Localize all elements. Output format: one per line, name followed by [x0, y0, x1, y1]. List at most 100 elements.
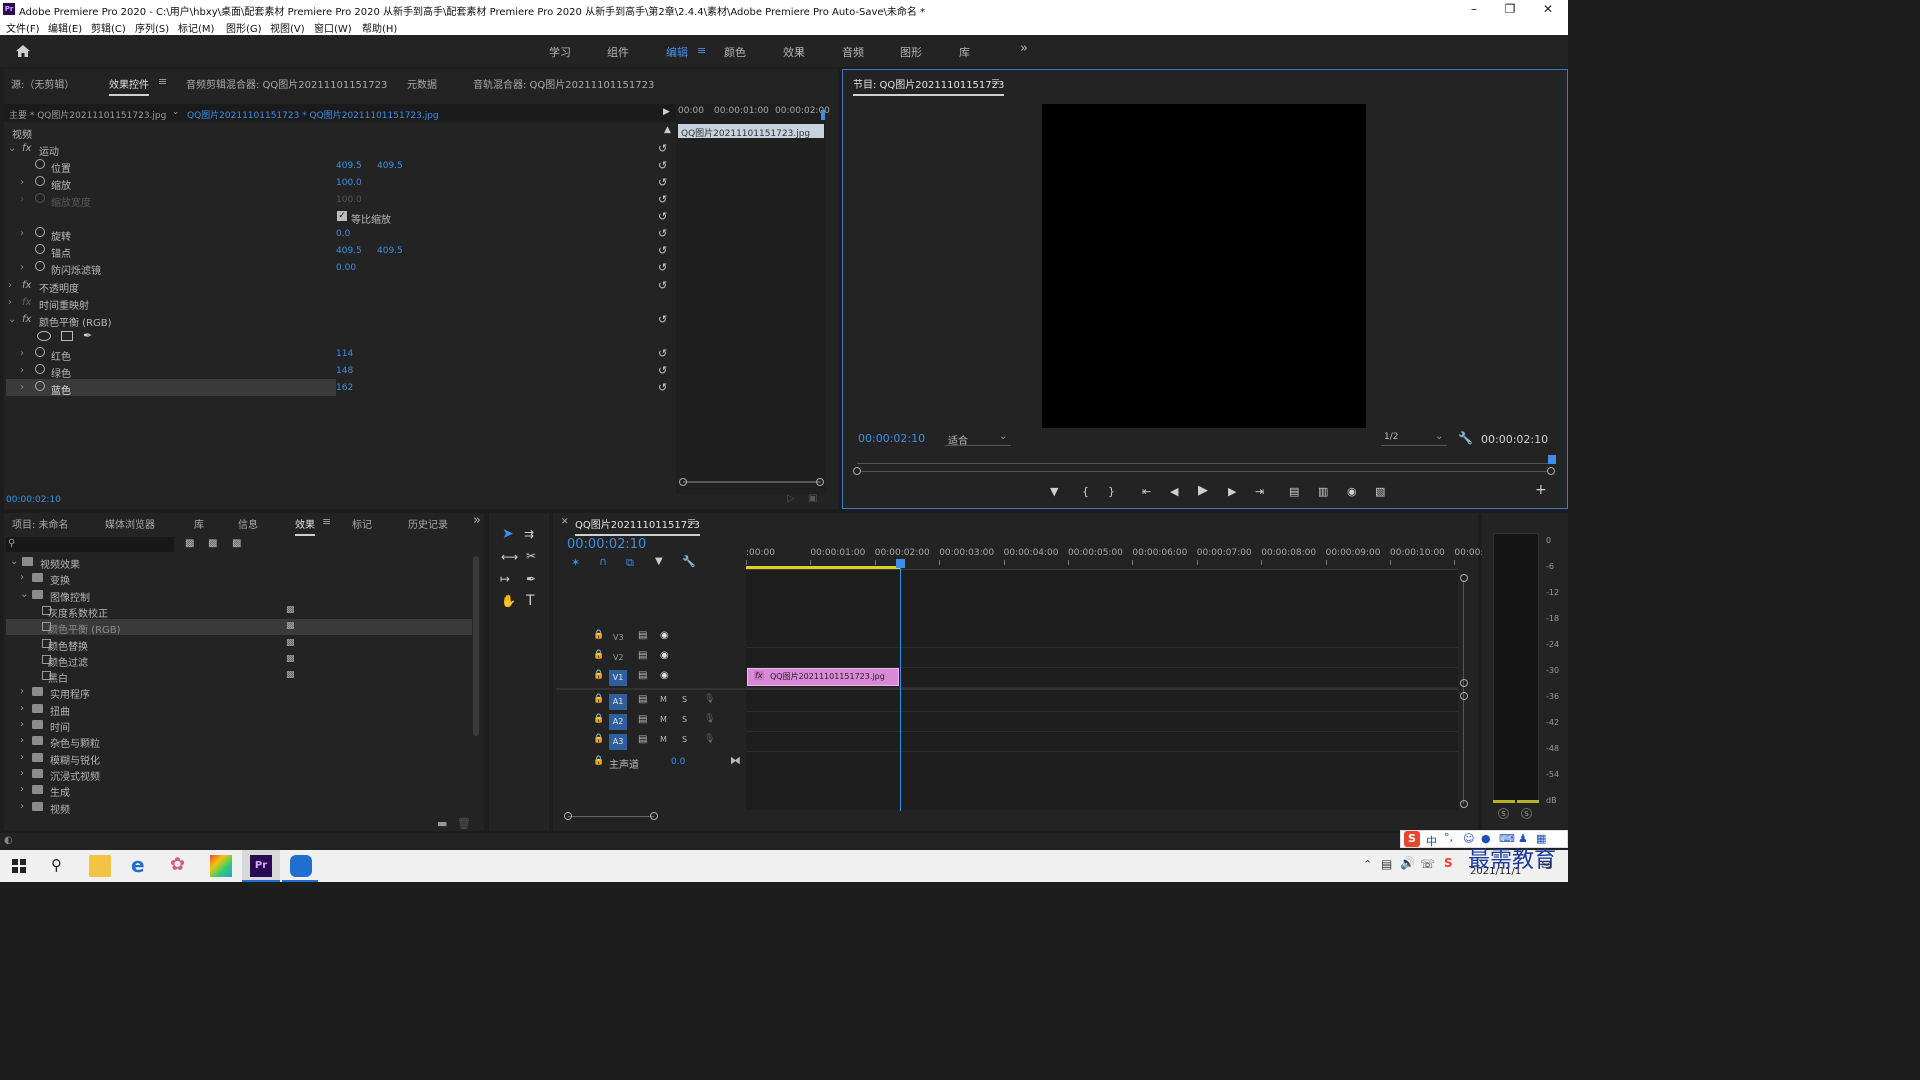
blue-row[interactable]: › 蓝色 162 ↺	[6, 379, 676, 397]
green-row[interactable]: › 绿色 148 ↺	[6, 362, 676, 380]
microphone-icon[interactable]: 🎙	[704, 714, 715, 724]
stopwatch-icon[interactable]	[35, 159, 45, 169]
lock-icon[interactable]: 🔒	[593, 734, 604, 744]
sogou-tray-icon[interactable]: S	[1444, 856, 1453, 870]
tab-libraries[interactable]: 库	[194, 516, 204, 531]
mini-playhead[interactable]	[821, 110, 825, 120]
effect-folder[interactable]: › 时间	[6, 717, 472, 734]
mini-scrollbar[interactable]	[683, 481, 821, 483]
reset-icon[interactable]: ↺	[658, 142, 667, 155]
timeline-clip[interactable]: fx QQ图片20211101151723.jpg	[747, 668, 899, 686]
flicker-row[interactable]: › 防闪烁滤镜 0.00 ↺	[6, 259, 676, 277]
stopwatch-icon[interactable]	[35, 176, 45, 186]
razor-tool-icon[interactable]: ✂	[526, 549, 536, 563]
menu-file[interactable]: 文件(F)	[6, 20, 40, 35]
hand-tool-icon[interactable]: ✋	[501, 594, 516, 608]
go-to-out-icon[interactable]: ⇥	[1255, 485, 1264, 498]
fx-icon[interactable]: fx	[22, 143, 31, 154]
eye-icon[interactable]: ◉	[660, 650, 669, 661]
scale-value[interactable]: 100.0	[336, 178, 362, 188]
program-scrub-bar[interactable]	[857, 463, 1553, 464]
chevron-right-icon[interactable]: ›	[20, 784, 24, 795]
tab-metadata[interactable]: 元数据	[407, 76, 437, 91]
add-marker-icon[interactable]: ▼	[1050, 485, 1058, 498]
reset-icon[interactable]: ↺	[658, 210, 667, 223]
add-marker-icon[interactable]: ▼	[655, 556, 663, 567]
reset-icon[interactable]: ↺	[658, 176, 667, 189]
reset-icon[interactable]: ↺	[658, 193, 667, 206]
reset-icon[interactable]: ↺	[658, 244, 667, 257]
tab-project[interactable]: 项目: 未命名	[12, 516, 69, 531]
chevron-right-icon[interactable]: ›	[20, 228, 24, 239]
chevron-down-icon[interactable]: ⌄	[10, 556, 18, 567]
menu-help[interactable]: 帮助(H)	[362, 20, 397, 35]
chevron-right-icon[interactable]: ›	[20, 801, 24, 812]
resolution-dropdown[interactable]: 1/2 ⌄	[1381, 431, 1447, 446]
maximize-button[interactable]: ❐	[1492, 1, 1528, 17]
mini-clip[interactable]: QQ图片20211101151723.jpg	[678, 124, 824, 138]
chevron-right-icon[interactable]: ›	[20, 686, 24, 697]
volume-icon[interactable]: 🔊	[1400, 856, 1415, 870]
fit-dropdown[interactable]: 适合 ⌄	[945, 431, 1011, 447]
effect-folder[interactable]: ⌄ 图像控制	[6, 587, 472, 604]
ellipse-mask-icon[interactable]	[37, 331, 51, 341]
mute-button[interactable]: M	[660, 735, 667, 744]
green-value[interactable]: 148	[336, 366, 353, 376]
video-audio-separator[interactable]	[556, 688, 1458, 690]
a-zoom-handle[interactable]	[1460, 692, 1468, 700]
lock-icon[interactable]: 🔒	[593, 756, 604, 766]
workspace-color[interactable]: 颜色	[724, 44, 746, 60]
effect-item[interactable]: ▩ 颜色替换	[6, 636, 472, 653]
tab-audio-track-mixer[interactable]: 音轨混合器: QQ图片20211101151723	[473, 76, 654, 91]
effect-folder[interactable]: › 生成	[6, 782, 472, 799]
photo-app-icon[interactable]	[210, 855, 232, 877]
export-frame-icon[interactable]: ◉	[1347, 485, 1357, 498]
tab-effect-controls[interactable]: 效果控件	[109, 76, 149, 96]
solo-button[interactable]: S	[682, 735, 687, 744]
more-panels-icon[interactable]: »	[473, 513, 481, 528]
network-icon[interactable]: ▤	[1381, 857, 1392, 871]
sync-lock-icon[interactable]: ▤	[638, 694, 647, 705]
solo-button[interactable]: S	[682, 715, 687, 724]
home-icon[interactable]	[15, 44, 31, 58]
premiere-taskbar-icon[interactable]: Pr	[250, 855, 272, 877]
32bit-effects-icon[interactable]: ▩	[208, 538, 217, 549]
stopwatch-icon[interactable]	[35, 244, 45, 254]
linked-selection-icon[interactable]: ⧉	[626, 556, 634, 570]
effects-scrollbar[interactable]	[473, 556, 479, 736]
program-zoom-handle-left[interactable]	[853, 467, 861, 475]
effect-folder[interactable]: › 模糊与锐化	[6, 750, 472, 767]
stopwatch-icon[interactable]	[35, 364, 45, 374]
effect-item[interactable]: ▩ 颜色平衡 (RGB)	[6, 619, 472, 636]
scale-row[interactable]: › 缩放 100.0 ↺	[6, 174, 676, 192]
mark-in-icon[interactable]: {	[1082, 485, 1089, 498]
track-target-button[interactable]: V1	[609, 670, 627, 686]
timeline-settings-wrench-icon[interactable]: 🔧	[682, 555, 696, 568]
chevron-right-icon[interactable]: ›	[20, 572, 24, 583]
lock-icon[interactable]: 🔒	[593, 694, 604, 704]
effect-item[interactable]: ▩ 颜色过滤	[6, 652, 472, 669]
mark-out-icon[interactable]: }	[1108, 485, 1115, 498]
time-remap-row[interactable]: › fx 时间重映射	[6, 294, 676, 312]
comparison-view-icon[interactable]: ▧	[1375, 485, 1385, 498]
yuv-effects-icon[interactable]: ▩	[232, 538, 241, 549]
delete-icon[interactable]: 🗑	[457, 817, 471, 830]
step-back-icon[interactable]: ◀	[1170, 485, 1178, 498]
menu-marker[interactable]: 标记(M)	[178, 20, 214, 35]
solo-right-button[interactable]: S	[1521, 808, 1532, 819]
lock-icon[interactable]: 🔒	[593, 714, 604, 724]
v-zoom-handle[interactable]	[1460, 679, 1468, 687]
edge-icon[interactable]: e	[131, 853, 145, 877]
reset-icon[interactable]: ↺	[658, 347, 667, 360]
sogou-ime-icon[interactable]: S	[1404, 831, 1420, 847]
add-button-icon[interactable]: +	[1535, 482, 1547, 498]
sync-lock-icon[interactable]: ▤	[638, 734, 647, 745]
mute-button[interactable]: M	[660, 715, 667, 724]
program-zoom-handle-right[interactable]	[1547, 467, 1555, 475]
stopwatch-icon[interactable]	[35, 347, 45, 357]
lock-icon[interactable]: 🔒	[593, 650, 604, 660]
file-explorer-icon[interactable]	[89, 855, 111, 877]
tab-effects[interactable]: 效果	[295, 516, 315, 536]
effect-folder[interactable]: › 变换	[6, 570, 472, 587]
panel-menu-icon[interactable]: ≡	[991, 75, 1000, 88]
